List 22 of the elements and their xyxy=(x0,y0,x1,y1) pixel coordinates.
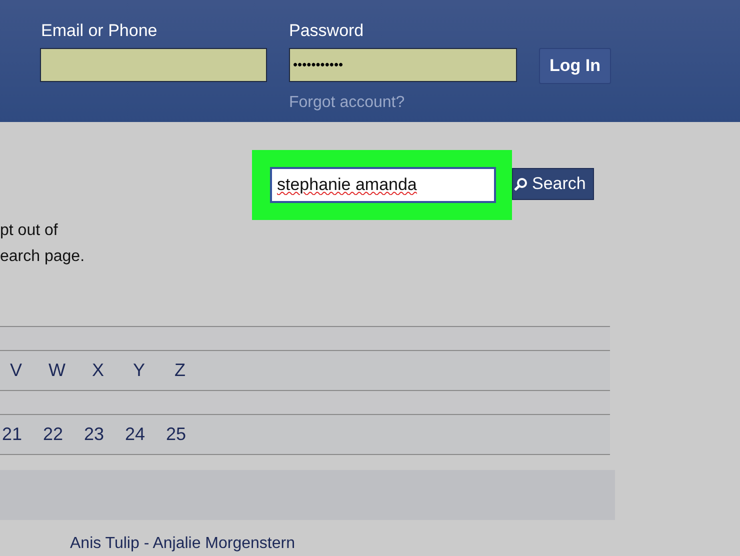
search-button[interactable]: Search xyxy=(512,168,594,200)
search-icon xyxy=(514,177,528,191)
search-field[interactable]: stephanie amanda xyxy=(270,167,496,203)
page-link[interactable]: 22 xyxy=(43,420,63,448)
letter-link[interactable]: Y xyxy=(130,356,148,384)
letter-link[interactable]: X xyxy=(89,356,107,384)
letter-link[interactable]: W xyxy=(48,356,66,384)
page-link[interactable]: 25 xyxy=(166,420,186,448)
password-field[interactable]: ••••••••••• xyxy=(289,48,517,82)
password-label: Password xyxy=(289,20,365,42)
letter-link[interactable]: V xyxy=(7,356,25,384)
email-label: Email or Phone xyxy=(41,20,158,42)
log-in-button[interactable]: Log In xyxy=(539,48,611,84)
page-link[interactable]: 23 xyxy=(84,420,104,448)
notice-text: pt out of xyxy=(0,221,59,241)
result-link[interactable]: Anis Tulip - Anjalie Morgenstern xyxy=(70,532,740,556)
page-link[interactable]: 24 xyxy=(125,420,145,448)
notice-text: earch page. xyxy=(0,247,86,267)
page-link[interactable]: 21 xyxy=(2,420,22,448)
forgot-account-link[interactable]: Forgot account? xyxy=(289,90,517,114)
email-field[interactable] xyxy=(40,48,267,82)
letter-link[interactable]: Z xyxy=(171,356,189,384)
